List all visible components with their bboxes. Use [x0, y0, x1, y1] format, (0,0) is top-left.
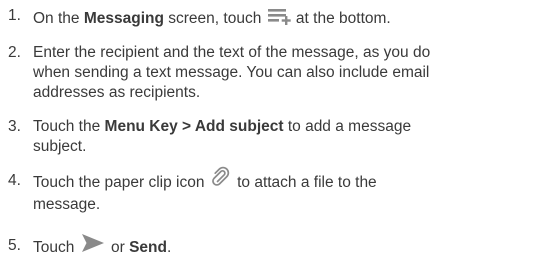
step-text: Enter the recipient and the text of the …	[33, 43, 538, 103]
send-arrow-icon	[79, 234, 107, 260]
step-text-line: when sending a text message. You can als…	[33, 64, 430, 81]
step-number: 1.	[8, 7, 21, 24]
step-bold-term: Send	[129, 239, 167, 257]
step-text: Touch the paper clip icon to attach a fi…	[33, 166, 538, 215]
step-text: Touch or Send.	[33, 234, 538, 260]
step-text-line: Enter the recipient and the text of the …	[33, 44, 431, 61]
step-text-part: at the bottom.	[291, 10, 391, 28]
step-text-part: to attach a file to the	[232, 174, 377, 192]
new-message-icon	[266, 6, 292, 32]
step-text-part: or	[106, 239, 130, 257]
step-text-part: On the	[33, 10, 84, 28]
instruction-list: 1. On the Messaging screen, touch at the…	[0, 0, 542, 264]
step-number: 5.	[8, 237, 21, 254]
step-text-line: subject.	[33, 138, 87, 155]
step-number: 3.	[8, 118, 21, 135]
step-text: On the Messaging screen, touch at the bo…	[33, 6, 538, 32]
step-text-part: screen, touch	[163, 10, 266, 28]
step-text-line: message.	[33, 196, 101, 213]
step-text-line: addresses as recipients.	[33, 84, 201, 101]
step-text-line: Touch the paper clip icon to attach a fi…	[33, 166, 538, 195]
step-number: 4.	[8, 172, 21, 189]
step-text-line: Touch the Menu Key > Add subject to add …	[33, 117, 538, 137]
step-text-part: Touch the	[33, 118, 105, 135]
step-bold-term: Messaging	[83, 10, 164, 28]
paper-clip-icon	[209, 166, 233, 195]
step-text-part: Touch	[33, 239, 79, 257]
step-text-part: .	[166, 239, 172, 257]
step-text-part: to add a message	[283, 118, 412, 135]
step-number: 2.	[8, 44, 21, 61]
step-text-part: Touch the paper clip icon	[33, 174, 209, 192]
step-bold-term: Menu Key > Add subject	[104, 118, 284, 135]
step-text: Touch the Menu Key > Add subject to add …	[33, 117, 538, 157]
